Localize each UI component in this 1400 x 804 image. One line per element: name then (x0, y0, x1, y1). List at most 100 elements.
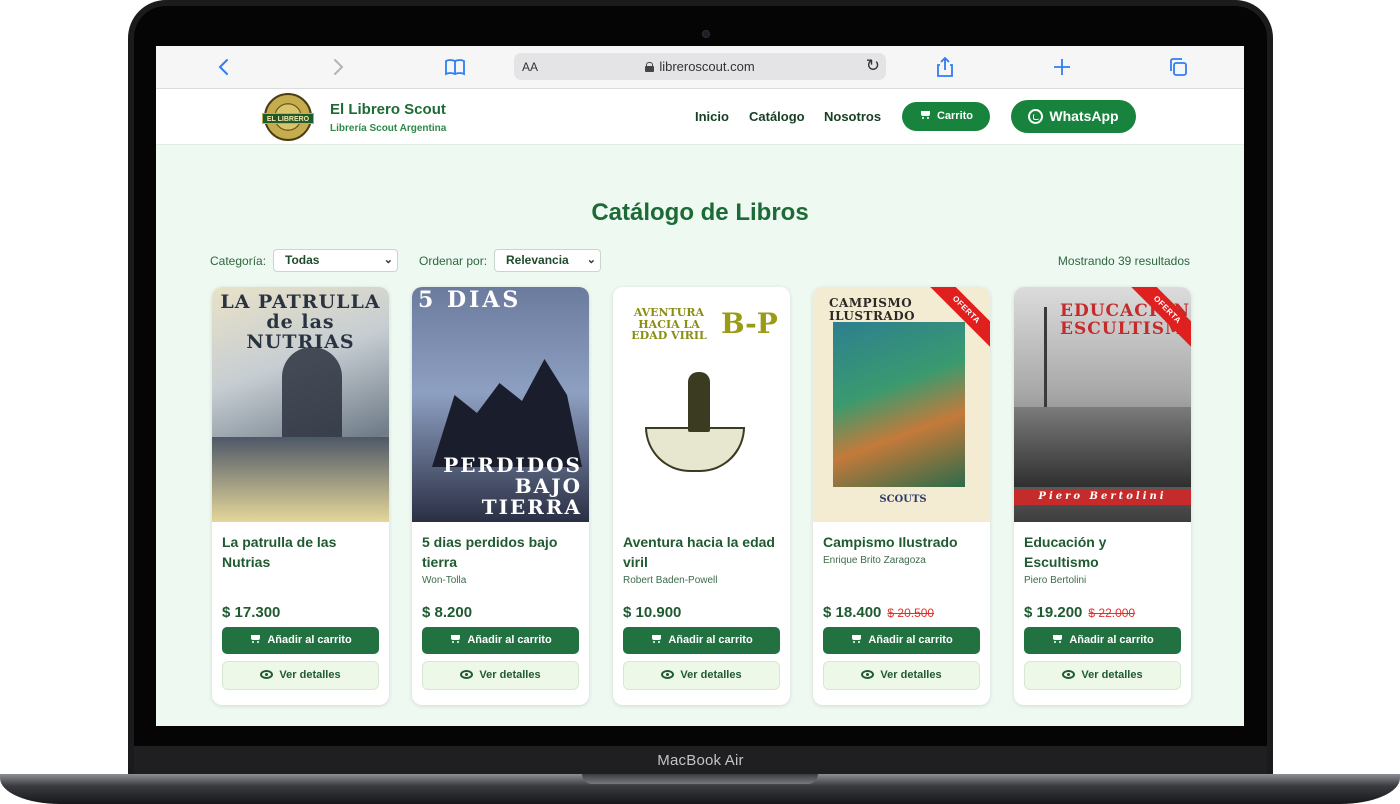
add-to-cart-button[interactable]: Añadir al carrito (1024, 627, 1181, 654)
book-title[interactable]: Aventura hacia la edad viril (623, 532, 780, 572)
cover-subtitle: SCOUTS (879, 494, 927, 505)
chevron-down-icon: ⌄ (586, 254, 596, 266)
brand-title[interactable]: El Librero Scout (330, 101, 446, 118)
book-price: $ 8.200 (422, 604, 473, 621)
site-header: EL LIBRERO El Librero Scout Librería Sco… (156, 89, 1244, 145)
url-display: libreroscout.com (514, 59, 886, 74)
book-price: $ 10.900 (623, 604, 682, 621)
laptop-groove (582, 774, 818, 784)
cover-silhouettes (432, 359, 582, 467)
old-price: $ 20.500 (887, 606, 935, 620)
view-details-button[interactable]: Ver detalles (1024, 661, 1181, 690)
lock-icon (645, 62, 655, 72)
book-title[interactable]: 5 dias perdidos bajo tierra (422, 532, 579, 572)
eye-icon (861, 670, 875, 679)
device-label: MacBook Air (657, 752, 744, 769)
logo-band: EL LIBRERO (262, 113, 314, 124)
book-author: Won-Tolla (422, 575, 467, 586)
view-details-button[interactable]: Ver detalles (422, 661, 579, 690)
forward-icon[interactable] (326, 56, 350, 80)
brand-logo[interactable]: EL LIBRERO (262, 93, 314, 141)
share-icon[interactable] (933, 56, 957, 80)
cover-title: LA PATRULLA de las NUTRIAS (220, 291, 381, 353)
page-title: Catálogo de Libros (591, 199, 809, 226)
nav-inicio[interactable]: Inicio (695, 109, 729, 124)
category-value: Todas (285, 253, 320, 267)
brand-subtitle: Librería Scout Argentina (330, 123, 447, 134)
product-card: EDUCACION ESCULTISMO Piero Bertolini OFE… (1014, 287, 1191, 705)
url-text: libreroscout.com (659, 59, 755, 74)
cover-ground (212, 437, 389, 522)
browser-toolbar: AA libreroscout.com ↻ (156, 46, 1244, 89)
whatsapp-button[interactable]: WhatsApp (1011, 100, 1136, 133)
cart-icon (249, 634, 261, 644)
eye-icon (661, 670, 675, 679)
cover-landscape (1014, 407, 1191, 487)
eye-icon (460, 670, 474, 679)
sort-select[interactable]: Relevancia ⌄ (494, 249, 601, 272)
product-card: CAMPISMO ILUSTRADO SCOUTS OFERTA Campism… (813, 287, 990, 705)
category-label: Categoría: (210, 254, 267, 268)
book-cover[interactable]: LA PATRULLA de las NUTRIAS (212, 287, 389, 522)
book-cover[interactable]: CAMPISMO ILUSTRADO SCOUTS OFERTA (813, 287, 990, 522)
laptop-chin: MacBook Air (134, 746, 1267, 775)
nav-nosotros[interactable]: Nosotros (824, 109, 881, 124)
whatsapp-label: WhatsApp (1049, 108, 1119, 124)
cover-figure (688, 372, 710, 432)
view-details-button[interactable]: Ver detalles (623, 661, 780, 690)
book-author: Piero Bertolini (1024, 575, 1087, 586)
bookmarks-icon[interactable] (443, 56, 467, 80)
book-author: Robert Baden-Powell (623, 575, 718, 586)
book-title[interactable]: La patrulla de las Nutrias (222, 532, 379, 572)
old-price: $ 22.000 (1088, 606, 1136, 620)
cover-illustration (833, 322, 965, 487)
book-title[interactable]: Campismo Ilustrado (823, 532, 980, 552)
camera-icon (702, 30, 710, 38)
book-price: $ 19.200 $ 22.000 (1024, 604, 1136, 621)
nav-catalogo[interactable]: Catálogo (749, 109, 805, 124)
tabs-icon[interactable] (1166, 56, 1190, 80)
address-bar[interactable]: AA libreroscout.com ↻ (514, 53, 886, 80)
product-card: AVENTURA HACIA LA EDAD VIRIL B-P Aventur… (613, 287, 790, 705)
cover-subtitle: PERDIDOS BAJO TIERRA (443, 453, 582, 519)
view-details-button[interactable]: Ver detalles (222, 661, 379, 690)
cover-title: AVENTURA HACIA LA EDAD VIRIL (631, 306, 707, 343)
cover-title: 5 DIAS (418, 287, 522, 313)
cart-label: Carrito (936, 110, 974, 122)
whatsapp-icon (1028, 109, 1044, 124)
cover-author-band: Piero Bertolini (1014, 489, 1191, 505)
add-to-cart-button[interactable]: Añadir al carrito (422, 627, 579, 654)
product-card: 5 DIAS PERDIDOS BAJO TIERRA 5 dias perdi… (412, 287, 589, 705)
cart-icon (650, 634, 662, 644)
add-to-cart-button[interactable]: Añadir al carrito (823, 627, 980, 654)
cover-side: B-P (721, 307, 778, 340)
eye-icon (260, 670, 274, 679)
new-tab-icon[interactable] (1050, 56, 1074, 80)
view-details-button[interactable]: Ver detalles (823, 661, 980, 690)
category-select[interactable]: Todas ⌄ (273, 249, 398, 272)
back-icon[interactable] (212, 56, 236, 80)
book-cover[interactable]: 5 DIAS PERDIDOS BAJO TIERRA (412, 287, 589, 522)
book-price: $ 18.400 $ 20.500 (823, 604, 935, 621)
cover-canoe (645, 427, 745, 472)
browser-screen: AA libreroscout.com ↻ EL LIBRERO El Libr… (156, 46, 1244, 726)
book-price: $ 17.300 (222, 604, 281, 621)
book-author: Enrique Brito Zaragoza (823, 555, 926, 566)
sort-label: Ordenar por: (419, 254, 488, 268)
cart-icon (850, 634, 862, 644)
cart-icon (1051, 634, 1063, 644)
reload-icon[interactable]: ↻ (866, 56, 880, 76)
book-title[interactable]: Educación y Escultismo (1024, 532, 1181, 572)
cart-icon (449, 634, 461, 644)
sort-value: Relevancia (506, 253, 569, 267)
cart-button[interactable]: Carrito (902, 102, 990, 131)
add-to-cart-button[interactable]: Añadir al carrito (222, 627, 379, 654)
add-to-cart-button[interactable]: Añadir al carrito (623, 627, 780, 654)
chevron-down-icon: ⌄ (383, 254, 393, 266)
book-cover[interactable]: AVENTURA HACIA LA EDAD VIRIL B-P (613, 287, 790, 522)
cart-icon (919, 110, 931, 120)
product-card: LA PATRULLA de las NUTRIAS La patrulla d… (212, 287, 389, 705)
eye-icon (1062, 670, 1076, 679)
book-cover[interactable]: EDUCACION ESCULTISMO Piero Bertolini OFE… (1014, 287, 1191, 522)
results-count: Mostrando 39 resultados (1057, 254, 1190, 268)
